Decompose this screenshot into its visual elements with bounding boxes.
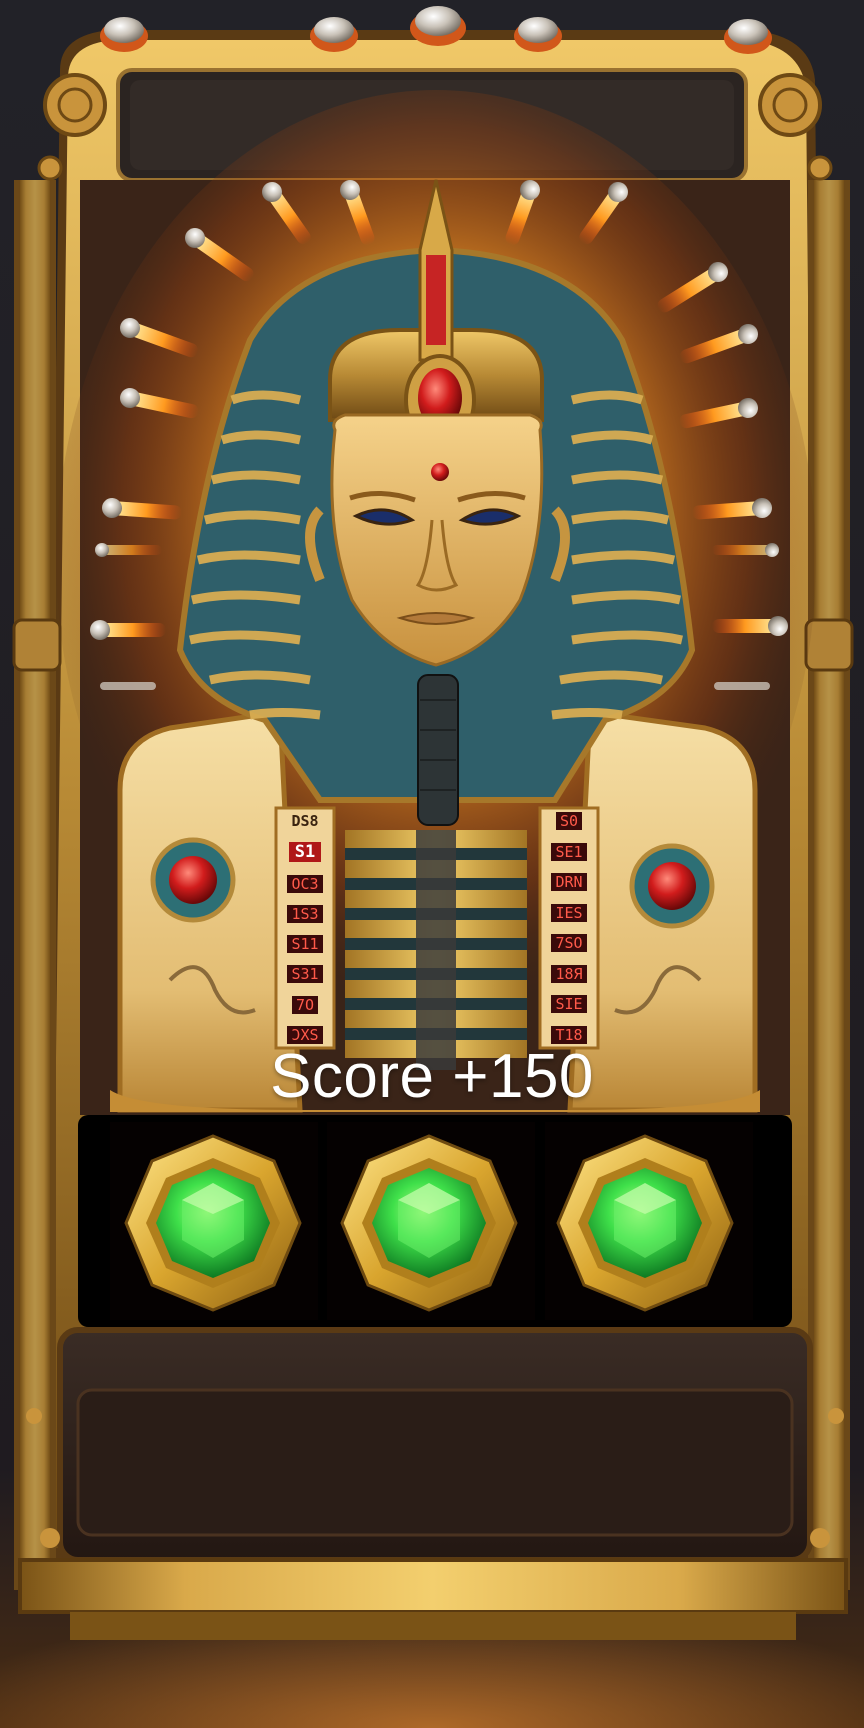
glyph-text: S1 bbox=[288, 842, 322, 863]
crown-gem-strip bbox=[426, 255, 446, 345]
glyph-text: 1S3 bbox=[287, 904, 323, 923]
green-gem-icon[interactable] bbox=[334, 1128, 524, 1318]
false-beard bbox=[417, 674, 459, 826]
glyph-text: S31 bbox=[287, 965, 323, 984]
ruby-medallion-icon bbox=[629, 843, 715, 929]
score-popup: Score +150 bbox=[270, 1042, 594, 1111]
glyph-text: DRN bbox=[551, 873, 587, 892]
glyph-text: SE1 bbox=[551, 842, 587, 861]
glyph-text: 7SO bbox=[551, 934, 587, 953]
glyph-text: SIE bbox=[551, 995, 587, 1014]
glyph-text: 7O bbox=[291, 995, 319, 1014]
glyph-text: S0 bbox=[555, 812, 583, 830]
right-glyph-panel: S0 SE1 DRN IES 7SO 18Я SIE T18 bbox=[544, 812, 594, 1044]
glyph-text: IES bbox=[551, 903, 587, 922]
glyph-text: 18Я bbox=[551, 964, 587, 983]
game-screen: DS8 S1 OC3 1S3 S11 S31 7O ƆΧS S0 SE1 DRN… bbox=[0, 0, 864, 1728]
slot-machine-cabinet bbox=[0, 0, 864, 1728]
glyph-text: S11 bbox=[287, 935, 323, 954]
lower-cabinet bbox=[18, 1327, 848, 1640]
glyph-text: OC3 bbox=[287, 874, 323, 893]
glyph-text: DS8 bbox=[291, 812, 319, 830]
ruby-medallion-icon bbox=[150, 837, 236, 923]
green-gem-icon[interactable] bbox=[118, 1128, 308, 1318]
pharaoh-artwork bbox=[56, 90, 816, 1115]
green-gem-icon[interactable] bbox=[550, 1128, 740, 1318]
left-glyph-panel: DS8 S1 OC3 1S3 S11 S31 7O ƆΧS bbox=[280, 812, 330, 1044]
